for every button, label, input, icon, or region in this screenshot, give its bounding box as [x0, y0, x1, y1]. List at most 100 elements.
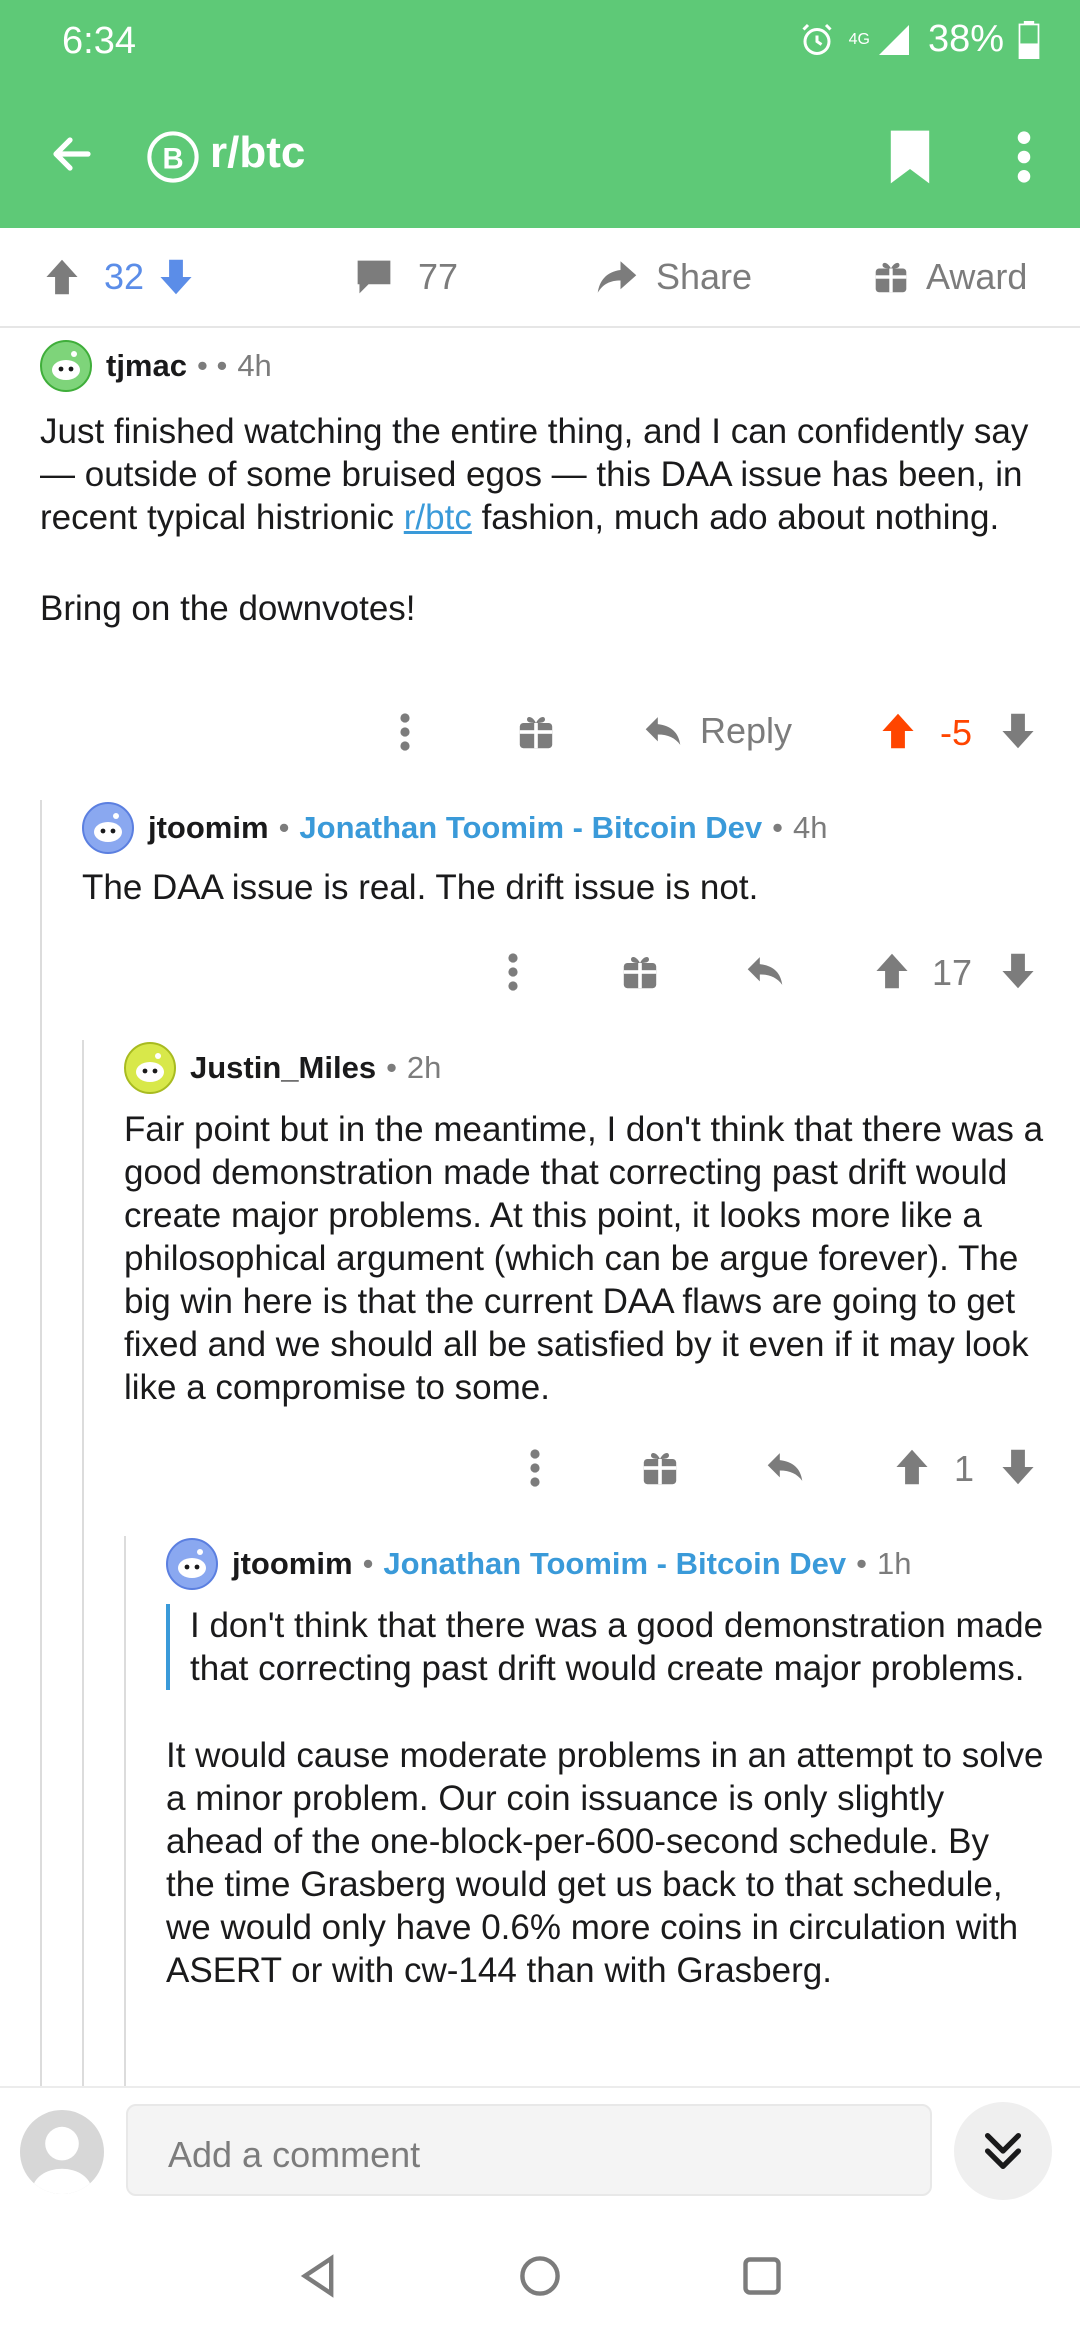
comment-text: fashion, much ado about nothing.	[471, 498, 1000, 537]
snoo-avatar-icon	[52, 351, 80, 380]
comment-meta: Justin_Miles • 2h	[124, 1042, 1054, 1094]
post-action-bar: 32 77 Share Award	[0, 228, 1080, 328]
gift-icon	[875, 262, 907, 293]
user-flair: Jonathan Toomim - Bitcoin Dev	[299, 810, 763, 845]
block-quote: I don't think that there was a good demo…	[166, 1604, 1046, 1690]
more-options-icon[interactable]	[1004, 128, 1044, 186]
nav-recents-icon[interactable]	[740, 2254, 784, 2298]
comments-button[interactable]: 77	[354, 256, 458, 298]
comment-score: -5	[940, 712, 973, 753]
downvote-icon[interactable]	[1000, 1448, 1036, 1486]
comment-count: 77	[418, 256, 459, 297]
upvote-icon[interactable]	[894, 1448, 930, 1486]
meta-separator: • •	[196, 348, 228, 383]
upvote-icon[interactable]	[880, 712, 916, 750]
header-row: B r/btc	[0, 110, 1080, 200]
award-label: Award	[926, 256, 1028, 297]
comment-author[interactable]: jtoomim	[148, 810, 269, 846]
alarm-icon	[802, 23, 832, 55]
reply-icon[interactable]	[746, 954, 784, 988]
snoo-avatar-icon	[94, 813, 122, 842]
battery-icon	[1018, 20, 1040, 59]
comment-meta: jtoomim • Jonathan Toomim - Bitcoin Dev …	[82, 802, 1062, 854]
bookmark-icon[interactable]	[886, 128, 934, 186]
network-label: 4G	[848, 30, 870, 48]
meta-separator: •	[386, 1050, 397, 1085]
share-icon	[597, 261, 637, 293]
more-vertical-icon[interactable]	[398, 712, 412, 752]
share-button[interactable]: Share	[596, 256, 752, 298]
award-icon[interactable]	[518, 714, 554, 750]
meta-separator: •	[362, 1546, 374, 1581]
award-icon[interactable]	[622, 954, 658, 990]
comment-body: Fair point but in the meantime, I don't …	[124, 1110, 1044, 1407]
comment-toolbar: 1	[0, 1436, 1080, 1498]
comment-time: 1h	[877, 1546, 912, 1581]
comment-toolbar: 17	[0, 940, 1080, 1002]
comment-icon	[357, 260, 391, 294]
default-user-icon	[32, 2126, 92, 2194]
comment-time: 4h	[237, 348, 272, 383]
comment-toolbar: Reply -5	[0, 700, 1080, 762]
comment-body: The DAA issue is real. The drift issue i…	[82, 868, 759, 907]
thread-line[interactable]	[124, 1536, 126, 2086]
award-icon[interactable]	[642, 1450, 678, 1486]
upvote-icon[interactable]	[44, 258, 80, 296]
subreddit-link[interactable]: r/btc	[404, 498, 472, 537]
comment-justin-miles: Justin_Miles • 2h Fair point but in the …	[124, 1042, 1054, 1409]
downvote-icon[interactable]	[1000, 952, 1036, 990]
comment-jtoomim-reply: jtoomim • Jonathan Toomim - Bitcoin Dev …	[166, 1538, 1046, 2086]
downvote-icon[interactable]	[158, 258, 194, 296]
subreddit-title[interactable]: r/btc	[210, 128, 305, 178]
comment-meta: tjmac • • 4h	[40, 340, 1060, 392]
comment-input[interactable]: Add a comment	[126, 2104, 932, 2196]
award-button[interactable]: Award	[874, 256, 1027, 298]
nav-back-icon[interactable]	[296, 2254, 340, 2298]
status-time: 6:34	[62, 20, 136, 62]
more-vertical-icon[interactable]	[528, 1448, 542, 1488]
comment-score: 17	[932, 952, 973, 993]
back-arrow-icon[interactable]	[48, 130, 96, 178]
downvote-icon[interactable]	[1000, 712, 1036, 750]
comment-meta: jtoomim • Jonathan Toomim - Bitcoin Dev …	[166, 1538, 1046, 1590]
meta-separator: •	[278, 810, 290, 845]
meta-separator: •	[772, 810, 784, 845]
avatar[interactable]	[166, 1538, 218, 1590]
comment-body: It would cause moderate problems in an a…	[166, 1736, 1044, 1990]
status-icons: 4G 38%	[799, 18, 1040, 61]
comment-author[interactable]: jtoomim	[232, 1546, 353, 1582]
reply-icon	[645, 717, 681, 745]
reply-button[interactable]: Reply	[644, 710, 792, 752]
collapse-thread-button[interactable]	[954, 2102, 1052, 2200]
comment-author[interactable]: tjmac	[106, 348, 187, 384]
reply-label: Reply	[700, 710, 793, 751]
reply-icon[interactable]	[766, 1450, 804, 1484]
system-nav-bar	[0, 2212, 1080, 2340]
comment-jtoomim: jtoomim • Jonathan Toomim - Bitcoin Dev …	[82, 802, 1062, 909]
user-flair: Jonathan Toomim - Bitcoin Dev	[383, 1546, 847, 1581]
battery-percent: 38%	[927, 18, 1004, 60]
avatar[interactable]	[40, 340, 92, 392]
avatar[interactable]	[124, 1042, 176, 1094]
more-vertical-icon[interactable]	[506, 952, 520, 992]
share-label: Share	[656, 256, 753, 297]
meta-separator: •	[856, 1546, 868, 1581]
comment-text-2: Bring on the downvotes!	[40, 589, 416, 628]
comment-score: 1	[954, 1448, 975, 1489]
user-avatar[interactable]	[20, 2110, 104, 2194]
thread-line[interactable]	[82, 1040, 84, 2086]
comment-time: 4h	[793, 810, 828, 845]
snoo-avatar-icon	[136, 1053, 164, 1082]
upvote-icon[interactable]	[874, 952, 910, 990]
nav-home-icon[interactable]	[518, 2254, 562, 2298]
post-vote: 32	[44, 256, 194, 298]
comment-body: Just finished watching the entire thing,…	[40, 410, 1070, 539]
comment-composer: Add a comment	[0, 2086, 1080, 2214]
snoo-avatar-icon	[178, 1549, 206, 1578]
signal-icon	[878, 24, 909, 55]
double-chevron-down-icon	[984, 2132, 1022, 2170]
comment-author[interactable]: Justin_Miles	[190, 1050, 376, 1086]
comment-tjmac: tjmac • • 4h Just finished watching the …	[40, 340, 1060, 630]
avatar[interactable]	[82, 802, 134, 854]
app-header: 6:34 4G 38% B r/btc	[0, 0, 1080, 228]
